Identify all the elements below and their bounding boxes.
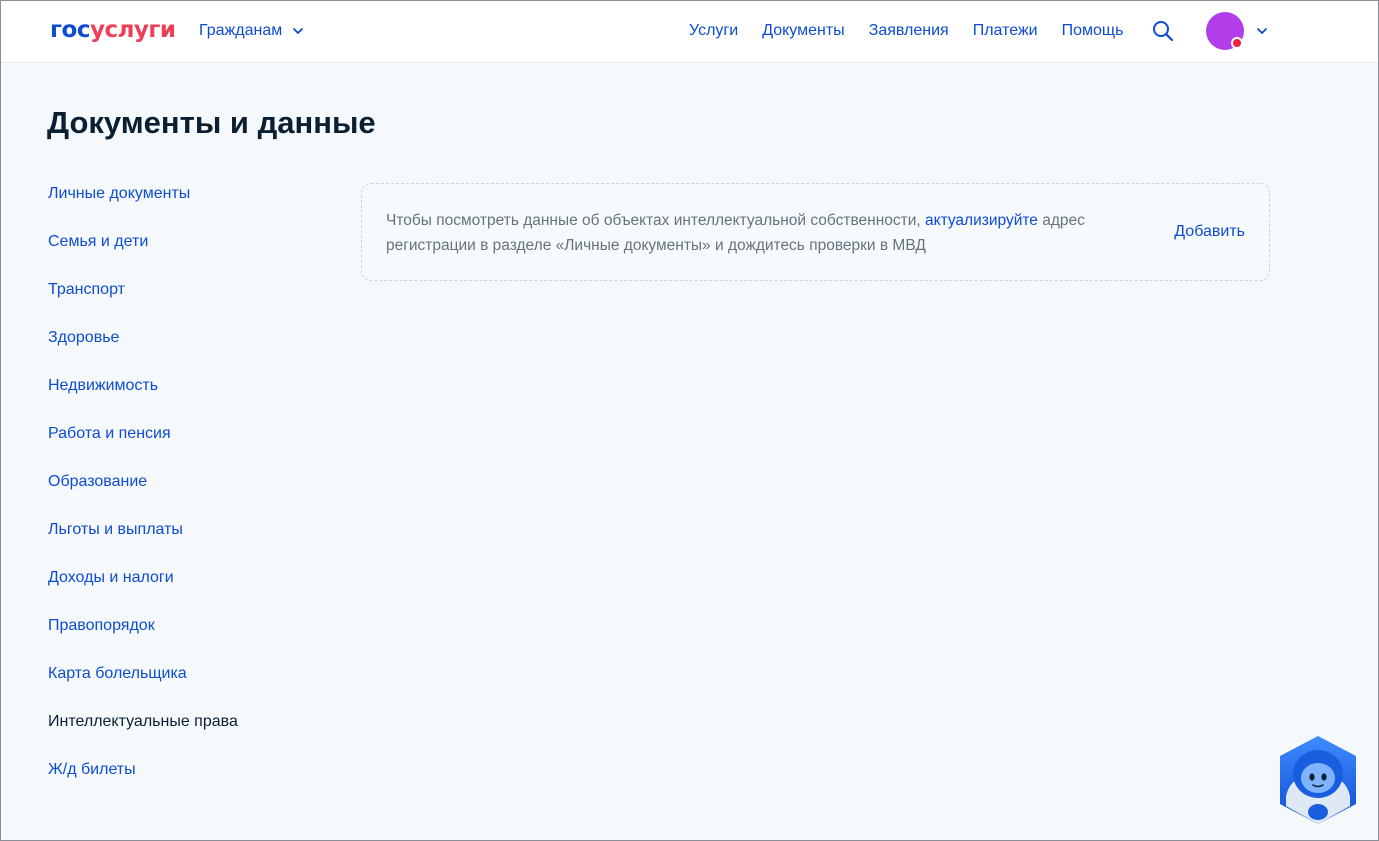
audience-label: Гражданам	[199, 22, 283, 39]
info-notice-card: Чтобы посмотреть данные об объектах инте…	[361, 183, 1270, 281]
nav-documents[interactable]: Документы	[762, 20, 844, 42]
nav-payments[interactable]: Платежи	[973, 20, 1038, 42]
logo-part-uslugi: услуги	[89, 17, 176, 43]
update-link[interactable]: актуализируйте	[925, 212, 1038, 229]
sidebar-item-health[interactable]: Здоровье	[48, 326, 328, 374]
sidebar-item-personal-documents[interactable]: Личные документы	[48, 182, 328, 230]
audience-dropdown[interactable]: Гражданам	[199, 20, 304, 42]
top-header: госуслуги Гражданам Услуги Документы Зая…	[0, 0, 1379, 63]
sidebar-item-law[interactable]: Правопорядок	[48, 614, 328, 662]
sidebar-item-transport[interactable]: Транспорт	[48, 278, 328, 326]
notice-text-before: Чтобы посмотреть данные об объектах инте…	[386, 212, 925, 229]
sidebar-item-train-tickets[interactable]: Ж/д билеты	[48, 758, 328, 806]
sidebar-item-fan-card[interactable]: Карта болельщика	[48, 662, 328, 710]
sidebar-item-benefits[interactable]: Льготы и выплаты	[48, 518, 328, 566]
page-title: Документы и данные	[47, 105, 376, 140]
nav-help[interactable]: Помощь	[1062, 20, 1124, 42]
sidebar-item-work-pension[interactable]: Работа и пенсия	[48, 422, 328, 470]
chevron-down-icon[interactable]	[1255, 24, 1269, 38]
sidebar-item-education[interactable]: Образование	[48, 470, 328, 518]
sidebar-nav: Личные документы Семья и дети Транспорт …	[48, 182, 328, 806]
search-icon[interactable]	[1151, 19, 1175, 43]
logo-part-gos: гос	[50, 17, 90, 43]
sidebar-item-intellectual-rights[interactable]: Интеллектуальные права	[48, 710, 328, 758]
chevron-down-icon	[293, 28, 304, 34]
top-nav: Услуги Документы Заявления Платежи Помощ…	[689, 20, 1147, 42]
sidebar-item-realty[interactable]: Недвижимость	[48, 374, 328, 422]
sidebar-item-income-taxes[interactable]: Доходы и налоги	[48, 566, 328, 614]
nav-applications[interactable]: Заявления	[869, 20, 949, 42]
add-button[interactable]: Добавить	[1174, 220, 1245, 244]
notification-badge	[1231, 37, 1243, 49]
sidebar-item-family[interactable]: Семья и дети	[48, 230, 328, 278]
nav-services[interactable]: Услуги	[689, 20, 738, 42]
robot-assistant-icon[interactable]	[1276, 734, 1360, 826]
gosuslugi-logo[interactable]: госуслуги	[50, 15, 176, 45]
notice-text: Чтобы посмотреть данные об объектах инте…	[386, 208, 1126, 258]
